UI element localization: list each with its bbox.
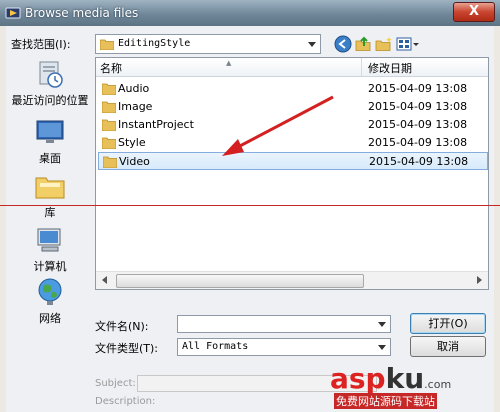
browse-media-dialog: Browse media files X 查找范围(I): EditingSty… <box>0 0 500 412</box>
watermark-ku: ku <box>385 362 425 395</box>
watermark-com: .com <box>424 378 452 391</box>
watermark-asp: asp <box>330 362 386 395</box>
annotation-arrow <box>222 95 334 156</box>
watermark-subtitle: 免费网站源码下载站 <box>334 393 437 409</box>
watermark-logo: aspku.com <box>330 362 451 395</box>
